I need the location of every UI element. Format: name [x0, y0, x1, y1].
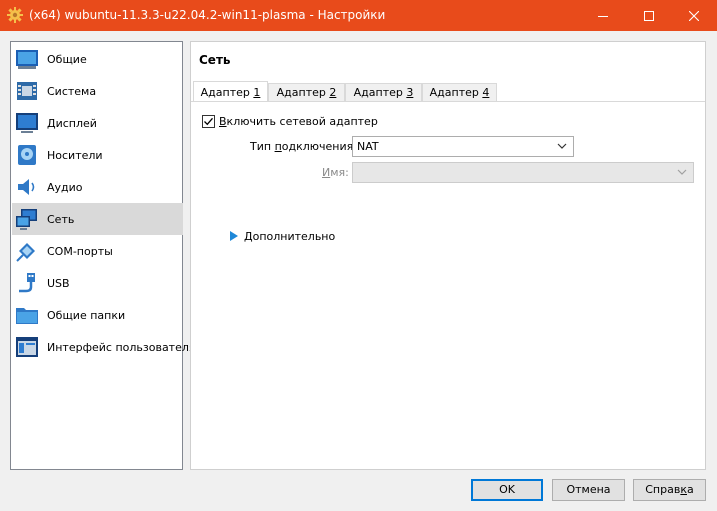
- close-icon: [689, 10, 699, 21]
- general-icon: [16, 50, 38, 69]
- tab-adapter-1[interactable]: Адаптер 1: [193, 81, 268, 102]
- close-button[interactable]: [671, 0, 717, 31]
- sidebar-item-usb[interactable]: USB: [12, 267, 183, 299]
- maximize-icon: [644, 10, 654, 21]
- help-button[interactable]: Справка: [633, 479, 706, 501]
- shared-folder-icon: [16, 308, 38, 324]
- adapter-tabs: Адаптер 1 Адаптер 2 Адаптер 3 Адаптер 4: [191, 81, 705, 102]
- cancel-button[interactable]: Отмена: [552, 479, 625, 501]
- tab-adapter-2[interactable]: Адаптер 2: [268, 83, 345, 102]
- attachment-type-value: NAT: [357, 140, 379, 153]
- user-interface-icon: [16, 337, 38, 357]
- sidebar-item-label: Интерфейс пользователя: [47, 341, 196, 354]
- expand-arrow-icon[interactable]: [230, 231, 238, 241]
- checkmark-icon: [204, 117, 213, 126]
- sidebar-item-label: Носители: [47, 149, 103, 162]
- audio-icon: [18, 179, 35, 195]
- sidebar-item-label: Дисплей: [47, 117, 97, 130]
- sidebar-item-storage[interactable]: Носители: [12, 139, 183, 171]
- gear-icon: [7, 7, 23, 23]
- sidebar-item-label: USB: [47, 277, 70, 290]
- name-select[interactable]: [352, 162, 694, 183]
- settings-page: Сеть Адаптер 1 Адаптер 2 Адаптер 3 Адапт…: [190, 41, 706, 470]
- enable-adapter-label: Включить сетевой адаптер: [219, 115, 378, 128]
- window-title: (x64) wubuntu-11.3.3-u22.04.2-win11-plas…: [29, 8, 386, 22]
- system-icon: [17, 82, 37, 100]
- usb-icon: [19, 273, 35, 293]
- sidebar-item-audio[interactable]: Аудио: [12, 171, 183, 203]
- name-label: Имя:: [322, 166, 349, 179]
- tab-adapter-4[interactable]: Адаптер 4: [422, 83, 497, 102]
- sidebar-item-label: Система: [47, 85, 97, 98]
- attachment-type-select[interactable]: NAT: [352, 136, 574, 157]
- tab-adapter-3[interactable]: Адаптер 3: [345, 83, 422, 102]
- network-icon: [16, 209, 37, 230]
- sidebar-item-label: Сеть: [47, 213, 75, 226]
- enable-adapter-checkbox[interactable]: [202, 115, 215, 128]
- adapter-1-panel: Включить сетевой адаптер Тип подключения…: [191, 101, 705, 471]
- sidebar-item-network[interactable]: Сеть: [12, 203, 183, 235]
- sidebar-item-label: COM-порты: [47, 245, 113, 258]
- sidebar-item-shared-folders[interactable]: Общие папки: [12, 299, 183, 331]
- chevron-down-icon: [557, 143, 567, 149]
- sidebar-item-display[interactable]: Дисплей: [12, 107, 183, 139]
- ok-button[interactable]: OK: [471, 479, 543, 501]
- title-bar[interactable]: (x64) wubuntu-11.3.3-u22.04.2-win11-plas…: [0, 0, 717, 31]
- minimize-button[interactable]: [580, 0, 626, 31]
- settings-category-list[interactable]: Общие Система Дисплей Носители Аудио Сет…: [10, 41, 196, 470]
- minimize-icon: [598, 15, 608, 17]
- sidebar-item-system[interactable]: Система: [12, 75, 183, 107]
- settings-window: (x64) wubuntu-11.3.3-u22.04.2-win11-plas…: [0, 0, 717, 511]
- sidebar-item-general[interactable]: Общие: [12, 43, 183, 75]
- attachment-type-label: Тип подключения:: [250, 140, 357, 153]
- serial-port-icon: [16, 243, 35, 262]
- advanced-toggle[interactable]: Дополнительно: [244, 230, 335, 243]
- sidebar-item-label: Общие: [47, 53, 87, 66]
- page-title: Сеть: [199, 53, 231, 67]
- maximize-button[interactable]: [626, 0, 672, 31]
- sidebar-item-serial-ports[interactable]: COM-порты: [12, 235, 183, 267]
- storage-icon: [18, 145, 36, 165]
- chevron-down-icon: [677, 169, 687, 175]
- sidebar-item-user-interface[interactable]: Интерфейс пользователя: [12, 331, 196, 363]
- sidebar-item-label: Аудио: [47, 181, 83, 194]
- sidebar-item-label: Общие папки: [47, 309, 126, 322]
- display-icon: [16, 113, 38, 133]
